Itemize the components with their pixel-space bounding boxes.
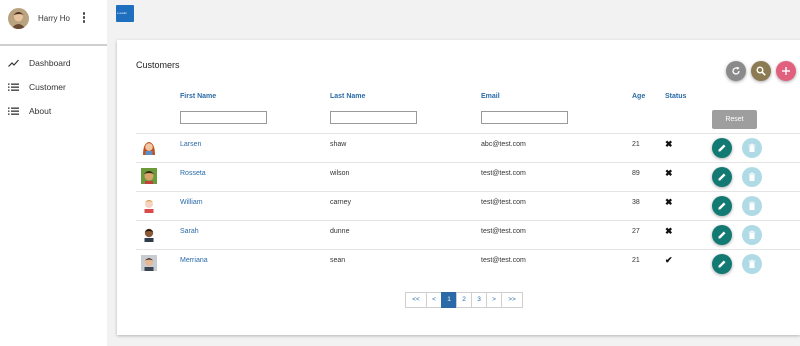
email-cell: test@test.com	[481, 257, 526, 264]
next-page-button[interactable]: >	[486, 292, 502, 308]
sidebar-item-dashboard[interactable]: Dashboard	[0, 54, 107, 74]
last-name-cell: dunne	[330, 228, 350, 235]
table-row: William carney test@test.com 38 ✖	[136, 191, 800, 220]
app-logo[interactable]: e-vendor	[116, 5, 134, 22]
last-name-cell: carney	[330, 199, 352, 206]
sidebar-item-label: Dashboard	[29, 58, 71, 68]
first-name-link[interactable]: Larsen	[180, 141, 201, 148]
status-inactive-icon: ✖	[665, 226, 673, 236]
edit-button[interactable]	[712, 254, 732, 274]
column-header-last-name[interactable]: Last Name	[330, 93, 365, 100]
pencil-icon	[718, 260, 726, 268]
trash-icon	[748, 143, 756, 152]
logo-text: e-vendor	[117, 12, 127, 15]
user-avatar[interactable]	[8, 8, 29, 29]
delete-button[interactable]	[742, 138, 762, 158]
pencil-icon	[718, 144, 726, 152]
user-profile: Harry Ho	[0, 0, 107, 46]
first-name-link[interactable]: Sarah	[180, 228, 199, 235]
status-inactive-icon: ✖	[665, 139, 673, 149]
edit-button[interactable]	[712, 167, 732, 187]
customers-card: Customers First Name Last Name Email Age…	[117, 40, 800, 335]
list-icon	[8, 107, 19, 115]
trash-icon	[748, 259, 756, 268]
email-cell: test@test.com	[481, 228, 526, 235]
first-page-button[interactable]: <<	[405, 292, 427, 308]
plus-icon	[782, 67, 790, 75]
age-cell: 89	[632, 170, 640, 177]
edit-button[interactable]	[712, 138, 732, 158]
column-header-age[interactable]: Age	[632, 93, 645, 100]
email-cell: test@test.com	[481, 170, 526, 177]
refresh-icon	[732, 66, 740, 75]
edit-button[interactable]	[712, 225, 732, 245]
column-header-email[interactable]: Email	[481, 93, 500, 100]
sidebar: Harry Ho Dashboard Customer About	[0, 0, 107, 346]
trash-icon	[748, 230, 756, 239]
more-vert-icon[interactable]	[80, 12, 88, 24]
page-button-1[interactable]: 1	[441, 292, 457, 308]
trash-icon	[748, 172, 756, 181]
sidebar-item-about[interactable]: About	[0, 102, 107, 122]
page-button-2[interactable]: 2	[456, 292, 472, 308]
email-cell: abc@test.com	[481, 141, 526, 148]
previous-page-button[interactable]: <	[426, 292, 442, 308]
last-name-filter-input[interactable]	[330, 111, 417, 124]
customer-avatar	[141, 168, 157, 184]
pencil-icon	[718, 202, 726, 210]
add-button[interactable]	[776, 61, 796, 81]
trash-icon	[748, 201, 756, 210]
customer-avatar	[141, 139, 157, 155]
table-row: Rosseta wilson test@test.com 89 ✖	[136, 162, 800, 191]
pencil-icon	[718, 231, 726, 239]
table-row: Sarah dunne test@test.com 27 ✖	[136, 220, 800, 249]
trending-up-icon	[8, 59, 19, 67]
email-filter-input[interactable]	[481, 111, 568, 124]
age-cell: 21	[632, 257, 640, 264]
table-row: Merriana sean test@test.com 21 ✔	[136, 249, 800, 278]
customer-avatar	[141, 255, 157, 271]
search-button[interactable]	[751, 61, 771, 81]
refresh-button[interactable]	[726, 61, 746, 81]
list-icon	[8, 83, 19, 91]
first-name-filter-input[interactable]	[180, 111, 267, 124]
age-cell: 21	[632, 141, 640, 148]
page-button-3[interactable]: 3	[471, 292, 487, 308]
age-cell: 27	[632, 228, 640, 235]
pencil-icon	[718, 173, 726, 181]
pagination: << < 1 2 3 > >>	[405, 292, 523, 308]
last-page-button[interactable]: >>	[501, 292, 523, 308]
column-header-first-name[interactable]: First Name	[180, 93, 216, 100]
first-name-link[interactable]: Rosseta	[180, 170, 206, 177]
first-name-link[interactable]: William	[180, 199, 203, 206]
status-inactive-icon: ✖	[665, 168, 673, 178]
email-cell: test@test.com	[481, 199, 526, 206]
last-name-cell: wilson	[330, 170, 350, 177]
delete-button[interactable]	[742, 254, 762, 274]
status-inactive-icon: ✖	[665, 197, 673, 207]
last-name-cell: sean	[330, 257, 346, 264]
reset-button[interactable]: Reset	[712, 110, 757, 129]
last-name-cell: shaw	[330, 141, 347, 148]
table-row: Larsen shaw abc@test.com 21 ✖	[136, 133, 800, 162]
first-name-link[interactable]: Merriana	[180, 257, 208, 264]
page-title: Customers	[136, 60, 180, 70]
customer-avatar	[141, 197, 157, 213]
age-cell: 38	[632, 199, 640, 206]
delete-button[interactable]	[742, 196, 762, 216]
delete-button[interactable]	[742, 225, 762, 245]
customer-avatar	[141, 226, 157, 242]
sidebar-item-customer[interactable]: Customer	[0, 78, 107, 98]
sidebar-item-label: Customer	[29, 82, 66, 92]
delete-button[interactable]	[742, 167, 762, 187]
column-header-status: Status	[665, 93, 687, 100]
sidebar-item-label: About	[29, 106, 52, 116]
edit-button[interactable]	[712, 196, 732, 216]
search-icon	[756, 66, 766, 76]
status-active-icon: ✔	[665, 255, 673, 265]
user-name: Harry Ho	[38, 14, 71, 23]
